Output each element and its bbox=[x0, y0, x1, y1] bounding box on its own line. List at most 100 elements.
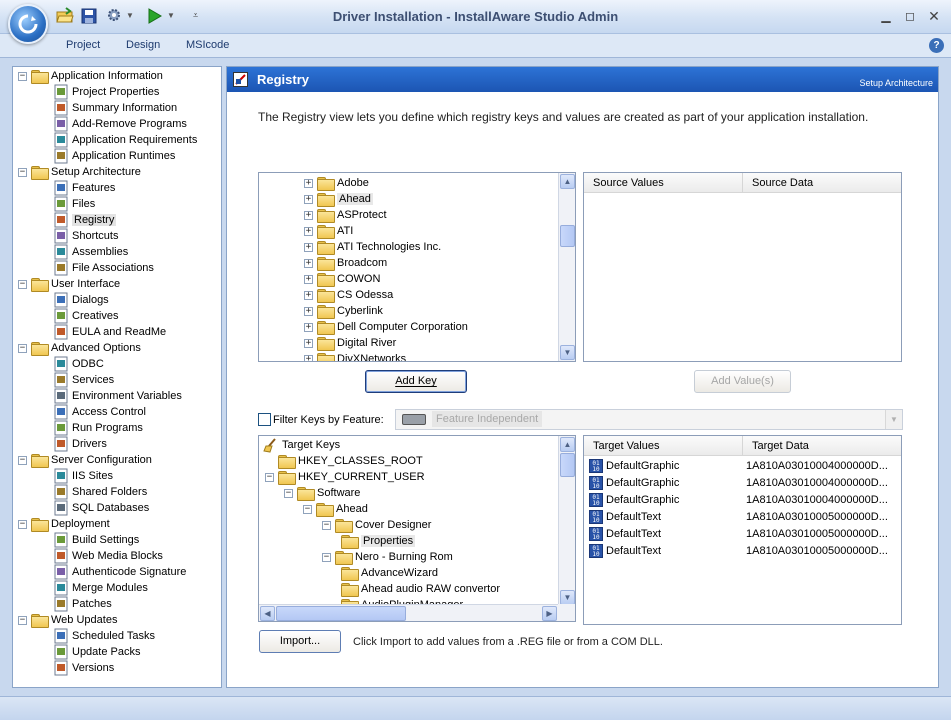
source-key-row[interactable]: + COWON bbox=[304, 271, 380, 287]
scroll-up-icon[interactable]: ▲ bbox=[560, 437, 575, 452]
add-key-button[interactable]: Add Key bbox=[365, 370, 467, 393]
nav-item-patches[interactable]: Patches bbox=[53, 596, 112, 612]
target-value-row[interactable]: 01 10 DefaultText 1A810A03010005000000D... bbox=[589, 525, 899, 542]
nav-item-access-control[interactable]: Access Control bbox=[53, 404, 146, 420]
target-key-row[interactable]: Target Keys bbox=[263, 437, 340, 453]
collapse-icon[interactable]: − bbox=[18, 71, 27, 81]
source-key-row[interactable]: + ASProtect bbox=[304, 207, 387, 223]
nav-item-services[interactable]: Services bbox=[53, 372, 114, 388]
target-key-row[interactable]: Properties bbox=[341, 533, 416, 549]
scroll-down-icon[interactable]: ▼ bbox=[560, 590, 575, 605]
target-key-row[interactable]: Ahead audio RAW convertor bbox=[341, 581, 500, 597]
help-icon[interactable]: ? bbox=[929, 38, 944, 53]
nav-item-shortcuts[interactable]: Shortcuts bbox=[53, 228, 118, 244]
chevron-down-icon[interactable]: ▼ bbox=[885, 410, 902, 429]
nav-item-odbc[interactable]: ODBC bbox=[53, 356, 104, 372]
source-key-row[interactable]: + CS Odessa bbox=[304, 287, 393, 303]
target-value-row[interactable]: 01 10 DefaultText 1A810A03010005000000D... bbox=[589, 542, 899, 559]
expand-icon[interactable]: + bbox=[304, 306, 313, 316]
collapse-icon[interactable]: − bbox=[18, 167, 27, 177]
collapse-icon[interactable]: − bbox=[18, 519, 27, 529]
source-key-row[interactable]: + Ahead bbox=[304, 191, 373, 207]
target-keys-hscrollbar[interactable]: ◀ ▶ bbox=[259, 604, 558, 621]
source-keys-scrollbar[interactable]: ▲ ▼ bbox=[558, 173, 575, 361]
nav-item-dialogs[interactable]: Dialogs bbox=[53, 292, 109, 308]
target-value-row[interactable]: 01 10 DefaultGraphic 1A810A03010004000000D… bbox=[589, 474, 899, 491]
add-values-button[interactable]: Add Value(s) bbox=[694, 370, 791, 393]
collapse-icon[interactable]: − bbox=[265, 472, 274, 482]
target-key-row[interactable]: − Cover Designer bbox=[322, 517, 431, 533]
collapse-icon[interactable]: − bbox=[18, 279, 27, 289]
target-values-list[interactable]: Target Values Target Data 01 10 DefaultGr… bbox=[583, 435, 902, 625]
scroll-thumb[interactable] bbox=[560, 225, 575, 247]
nav-item-add-remove-programs[interactable]: Add-Remove Programs bbox=[53, 116, 187, 132]
source-keys-tree[interactable]: + DivXNetworks + Digital River + Dell Compute… bbox=[258, 172, 576, 362]
nav-item-creatives[interactable]: Creatives bbox=[53, 308, 118, 324]
expand-icon[interactable]: + bbox=[304, 194, 313, 204]
expand-icon[interactable]: + bbox=[304, 274, 313, 284]
scroll-thumb[interactable] bbox=[276, 606, 406, 621]
column-header-target-data[interactable]: Target Data bbox=[742, 436, 901, 456]
source-key-row[interactable]: + Cyberlink bbox=[304, 303, 383, 319]
scroll-thumb[interactable] bbox=[560, 453, 575, 477]
target-value-row[interactable]: 01 10 DefaultGraphic 1A810A03010004000000D… bbox=[589, 491, 899, 508]
target-value-row[interactable]: 01 10 DefaultText 1A810A03010005000000D... bbox=[589, 508, 899, 525]
collapse-icon[interactable]: − bbox=[18, 343, 27, 353]
nav-item-sql-databases[interactable]: SQL Databases bbox=[53, 500, 149, 516]
source-key-row[interactable]: + Broadcom bbox=[304, 255, 387, 271]
source-key-row[interactable]: + Dell Computer Corporation bbox=[304, 319, 468, 335]
target-keys-vscrollbar[interactable]: ▲ ▼ bbox=[558, 436, 575, 606]
nav-item-project-properties[interactable]: Project Properties bbox=[53, 84, 159, 100]
expand-icon[interactable]: + bbox=[304, 338, 313, 348]
tab-design[interactable]: Design bbox=[126, 39, 160, 51]
target-key-row[interactable]: − Nero - Burning Rom bbox=[322, 549, 453, 565]
source-key-row[interactable]: + Digital River bbox=[304, 335, 396, 351]
collapse-icon[interactable]: − bbox=[322, 520, 331, 530]
expand-icon[interactable]: + bbox=[304, 226, 313, 236]
expand-icon[interactable]: + bbox=[304, 354, 313, 361]
nav-item-registry[interactable]: Registry bbox=[53, 212, 117, 228]
expand-icon[interactable]: + bbox=[304, 242, 313, 252]
tab-msicode[interactable]: MSIcode bbox=[186, 39, 229, 51]
column-header-target-values[interactable]: Target Values bbox=[584, 436, 742, 456]
scroll-up-icon[interactable]: ▲ bbox=[560, 174, 575, 189]
nav-item-scheduled-tasks[interactable]: Scheduled Tasks bbox=[53, 628, 155, 644]
nav-item-server-configuration[interactable]: − Server Configuration bbox=[18, 452, 152, 468]
nav-item-files[interactable]: Files bbox=[53, 196, 95, 212]
scroll-right-icon[interactable]: ▶ bbox=[542, 606, 557, 621]
source-key-row[interactable]: + DivXNetworks bbox=[304, 351, 406, 361]
nav-item-assemblies[interactable]: Assemblies bbox=[53, 244, 128, 260]
close-icon[interactable]: ✕ bbox=[925, 8, 943, 24]
tab-project[interactable]: Project bbox=[66, 39, 100, 51]
target-keys-tree[interactable]: AudioPluginManagerAhead audio RAW conver… bbox=[258, 435, 576, 622]
nav-item-features[interactable]: Features bbox=[53, 180, 115, 196]
nav-item-merge-modules[interactable]: Merge Modules bbox=[53, 580, 148, 596]
nav-item-authenticode-signature[interactable]: Authenticode Signature bbox=[53, 564, 186, 580]
collapse-icon[interactable]: − bbox=[322, 552, 331, 562]
expand-icon[interactable]: + bbox=[304, 322, 313, 332]
collapse-icon[interactable]: − bbox=[284, 488, 293, 498]
expand-icon[interactable]: + bbox=[304, 210, 313, 220]
nav-item-advanced-options[interactable]: − Advanced Options bbox=[18, 340, 141, 356]
target-key-row[interactable]: − Ahead bbox=[303, 501, 368, 517]
nav-item-drivers[interactable]: Drivers bbox=[53, 436, 107, 452]
nav-item-deployment[interactable]: − Deployment bbox=[18, 516, 110, 532]
column-header-source-data[interactable]: Source Data bbox=[742, 173, 901, 193]
maximize-icon[interactable]: ◻ bbox=[901, 8, 919, 24]
target-key-row[interactable]: AdvanceWizard bbox=[341, 565, 438, 581]
source-key-row[interactable]: + Adobe bbox=[304, 175, 369, 191]
import-button[interactable]: Import... bbox=[259, 630, 341, 653]
panel-breadcrumb[interactable]: Setup Architecture bbox=[859, 78, 933, 88]
collapse-icon[interactable]: − bbox=[18, 455, 27, 465]
expand-icon[interactable]: + bbox=[304, 290, 313, 300]
nav-item-web-media-blocks[interactable]: Web Media Blocks bbox=[53, 548, 163, 564]
nav-item-setup-architecture[interactable]: − Setup Architecture bbox=[18, 164, 141, 180]
expand-icon[interactable]: + bbox=[304, 258, 313, 268]
expand-icon[interactable]: + bbox=[304, 178, 313, 188]
filter-keys-checkbox[interactable] bbox=[258, 413, 271, 426]
column-header-source-values[interactable]: Source Values bbox=[584, 173, 742, 193]
nav-item-versions[interactable]: Versions bbox=[53, 660, 114, 676]
nav-item-file-associations[interactable]: File Associations bbox=[53, 260, 154, 276]
source-key-row[interactable]: + ATI bbox=[304, 223, 353, 239]
nav-item-application-information[interactable]: − Application Information bbox=[18, 68, 163, 84]
